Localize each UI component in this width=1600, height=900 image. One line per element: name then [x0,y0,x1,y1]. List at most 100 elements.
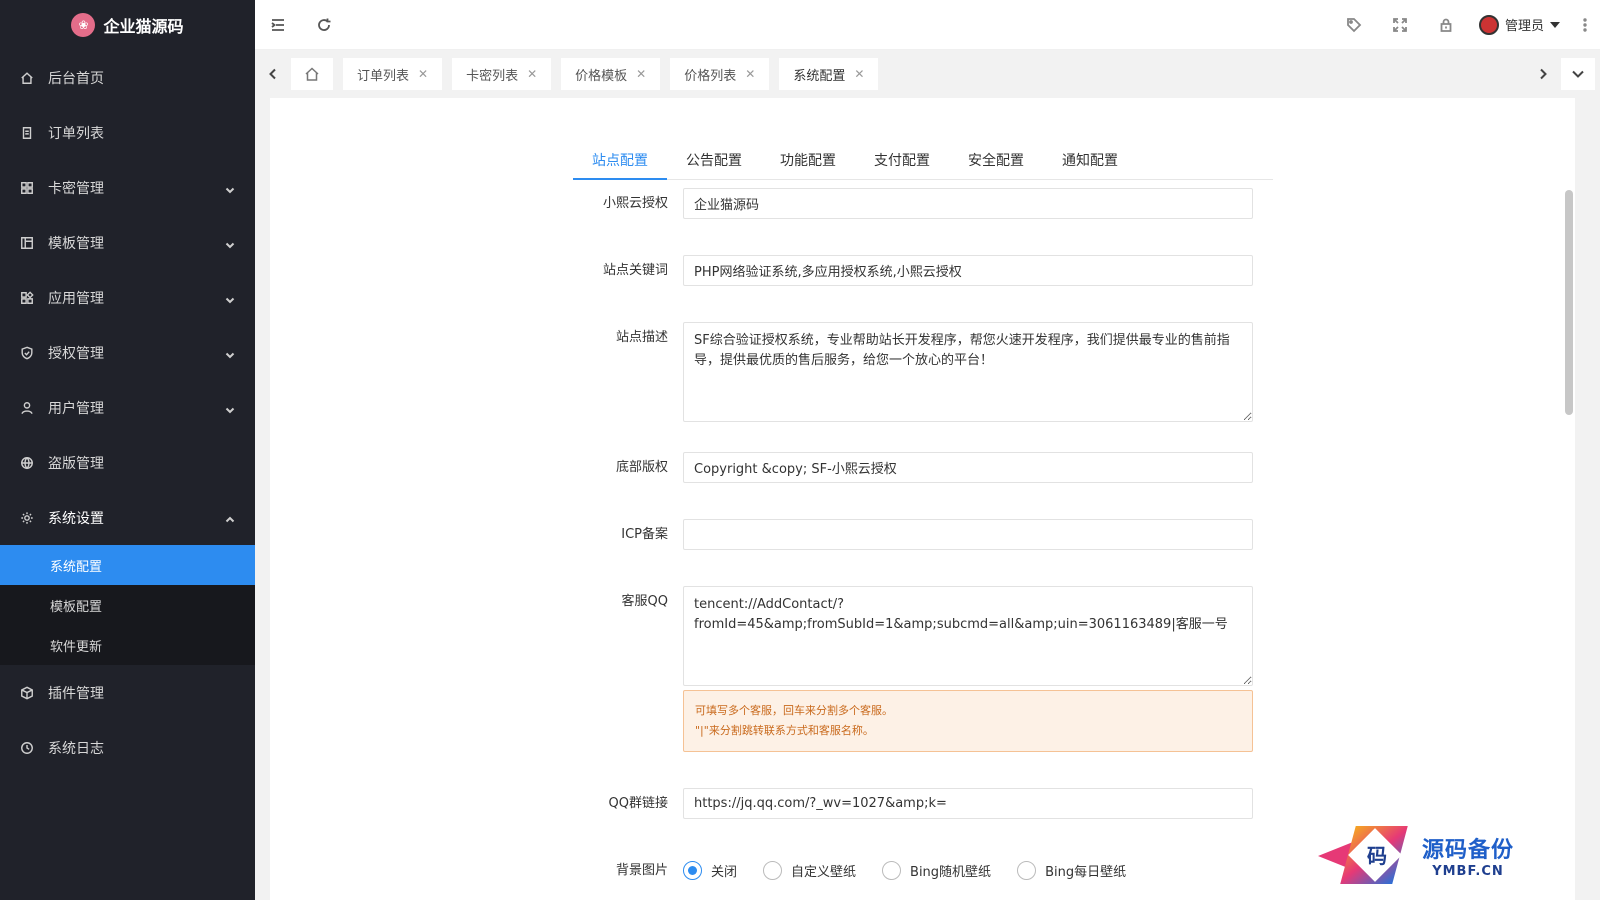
radio-label: Bing随机壁纸 [910,865,992,880]
vertical-scrollbar[interactable] [1565,190,1573,415]
form-row-qq: 客服QQ tencent://AddContact/?fromId=45&amp… [573,586,1273,752]
sidebar-nav: 后台首页 订单列表 卡密管理 模板管理 应用管理 授权管理 用户管理 盗版管理 … [0,50,255,545]
tab-feature-config[interactable]: 功能配置 [761,142,855,180]
config-card: 站点配置 公告配置 功能配置 支付配置 安全配置 通知配置 小熙云授权 站点关键… [270,98,1575,900]
lock-icon [1440,18,1452,32]
close-icon[interactable]: ✕ [745,67,755,81]
tag-icon [1347,17,1362,32]
description-textarea[interactable]: SF综合验证授权系统，专业帮助站长开发程序，帮您火速开发程序，我们提供最专业的售… [683,322,1253,422]
sidebar-item-label: 授权管理 [48,345,104,362]
close-icon[interactable]: ✕ [527,67,537,81]
tab-price-templates[interactable]: 价格模板 ✕ [561,58,661,90]
sidebar: ❀ 企业猫源码 后台首页 订单列表 卡密管理 模板管理 应用管理 授权管理 用户… [0,0,255,900]
refresh-icon [318,18,331,31]
tab-payment-config[interactable]: 支付配置 [855,142,949,180]
brand[interactable]: ❀ 企业猫源码 [0,0,255,50]
lock-screen-button[interactable] [1423,0,1469,50]
cube-icon [20,686,34,700]
refresh-button[interactable] [301,0,347,50]
background-radio-group: 关闭 自定义壁纸 Bing随机壁纸 Bing每日壁纸 [683,855,1253,886]
tab-price-list[interactable]: 价格列表 ✕ [670,58,770,90]
bg-option-bing-random[interactable]: Bing随机壁纸 [882,861,991,880]
tab-cards[interactable]: 卡密列表 ✕ [452,58,552,90]
tab-label: 价格列表 [684,68,737,84]
fullscreen-button[interactable] [1377,0,1423,50]
sidebar-item-cards[interactable]: 卡密管理 [0,160,255,215]
qq-label: 客服QQ [621,594,668,609]
close-icon[interactable]: ✕ [418,67,428,81]
sidebar-item-label: 卡密管理 [48,180,104,197]
sidebar-item-system-settings[interactable]: 系统设置 [0,490,255,545]
tabs-scroll-left-button[interactable] [255,50,291,98]
sidebar-item-piracy[interactable]: 盗版管理 [0,435,255,490]
chevron-up-icon [225,513,235,523]
sidebar-item-label: 订单列表 [48,125,104,142]
tab-site-config[interactable]: 站点配置 [573,142,667,180]
form-row-background: 背景图片 关闭 自定义壁纸 Bing随机壁纸 Bing每日壁纸 [573,855,1273,886]
tab-orders[interactable]: 订单列表 ✕ [343,58,443,90]
bg-option-custom[interactable]: 自定义壁纸 [763,861,856,880]
form-row-copyright: 底部版权 [573,452,1273,483]
sidebar-item-dashboard[interactable]: 后台首页 [0,50,255,105]
tabs-dropdown-button[interactable] [1561,58,1595,90]
sidebar-item-auth[interactable]: 授权管理 [0,325,255,380]
tab-notice-config[interactable]: 公告配置 [667,142,761,180]
form-row-icp: ICP备案 [573,519,1273,550]
document-icon [20,126,34,140]
tab-system-config[interactable]: 系统配置 ✕ [779,58,879,90]
user-menu[interactable]: 管理员 [1469,14,1570,35]
keywords-label: 站点关键词 [602,263,668,278]
more-vertical-icon [1583,17,1587,32]
close-icon[interactable]: ✕ [636,67,646,81]
sidebar-item-users[interactable]: 用户管理 [0,380,255,435]
chevron-right-icon [1540,68,1547,80]
keywords-input[interactable] [683,255,1253,286]
tab-label: 卡密列表 [466,68,519,84]
bg-option-bing-daily[interactable]: Bing每日壁纸 [1017,861,1126,880]
globe-icon [20,456,34,470]
sidebar-item-orders[interactable]: 订单列表 [0,105,255,160]
sidebar-subitem-template-config[interactable]: 模板配置 [0,585,255,625]
menu-fold-icon [271,18,284,31]
close-icon[interactable]: ✕ [854,67,864,81]
tab-label: 系统配置 [793,68,846,84]
tab-security-config[interactable]: 安全配置 [949,142,1043,180]
qq-group-label: QQ群链接 [608,796,668,811]
sidebar-subitem-system-config[interactable]: 系统配置 [0,545,255,585]
qq-group-input[interactable] [683,788,1253,819]
sidebar-item-plugins[interactable]: 插件管理 [0,665,255,720]
sidebar-item-logs[interactable]: 系统日志 [0,720,255,775]
sidebar-item-templates[interactable]: 模板管理 [0,215,255,270]
sidebar-item-apps[interactable]: 应用管理 [0,270,255,325]
form-row-keywords: 站点关键词 [573,255,1273,286]
sidebar-item-label: 系统设置 [48,510,104,527]
menu-toggle-button[interactable] [255,0,301,50]
user-name: 管理员 [1504,19,1544,34]
system-settings-submenu: 系统配置 模板配置 软件更新 [0,545,255,665]
qq-textarea[interactable]: tencent://AddContact/?fromId=45&amp;from… [683,586,1253,686]
icp-input[interactable] [683,519,1253,550]
chevron-left-icon [269,68,276,80]
qq-hint-line-1: 可填写多个客服，回车来分割多个客服。 [695,704,893,717]
copyright-label: 底部版权 [615,460,668,475]
grid-icon [20,181,34,195]
more-button[interactable] [1570,0,1600,50]
tab-notify-config[interactable]: 通知配置 [1043,142,1137,180]
site-config-form: 小熙云授权 站点关键词 站点描述 SF综合验证授权系统，专业帮助站长开发程序，帮… [573,188,1273,900]
header-right-tools: 管理员 [1331,0,1600,50]
tab-home[interactable] [291,58,333,90]
sidebar-item-label: 用户管理 [48,400,104,417]
sidebar-subitem-software-update[interactable]: 软件更新 [0,625,255,665]
tabs-scroll-right-button[interactable] [1525,50,1561,98]
shield-icon [20,346,34,360]
form-row-auth: 小熙云授权 [573,188,1273,219]
copyright-input[interactable] [683,452,1253,483]
sidebar-nav-lower: 插件管理 系统日志 [0,665,255,775]
auth-name-input[interactable] [683,188,1253,219]
apps-icon [20,290,34,305]
home-icon [305,67,319,81]
theme-button[interactable] [1331,0,1377,50]
sidebar-item-label: 插件管理 [48,685,104,702]
bg-option-off[interactable]: 关闭 [683,861,737,880]
fullscreen-icon [1393,17,1407,32]
